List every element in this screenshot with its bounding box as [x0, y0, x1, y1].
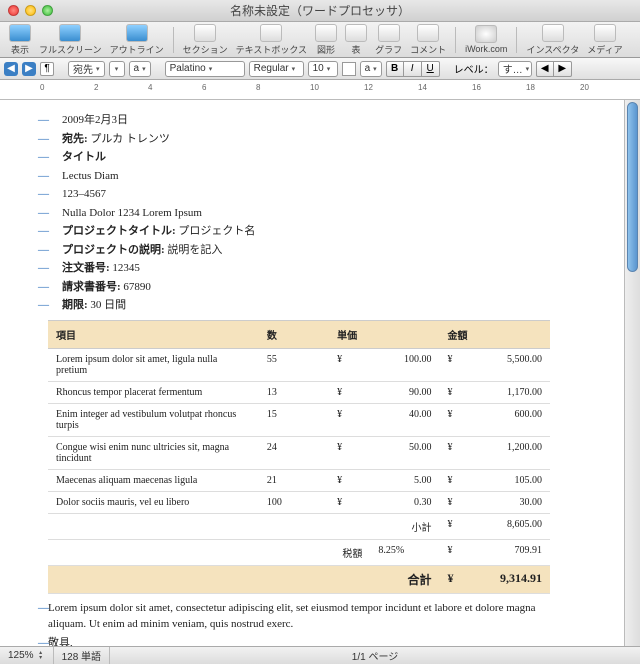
proj-title-line: プロジェクトタイトル: プロジェクト名	[48, 223, 550, 240]
char-style[interactable]: a	[360, 61, 382, 77]
document-canvas[interactable]: 2009年2月3日 宛先: プルカ トレンツ タイトル Lectus Diam …	[0, 100, 624, 646]
note-line: Lorem ipsum dolor sit amet, consectetur …	[48, 600, 550, 633]
toolbar-table[interactable]: 表	[342, 24, 370, 56]
ruler[interactable]: 02468101214161820	[0, 80, 640, 100]
toolbar-shape[interactable]: 図形	[312, 24, 340, 56]
media-icon	[594, 24, 616, 42]
table-icon	[345, 24, 367, 42]
date-line: 2009年2月3日	[48, 112, 550, 129]
order-line: 注文番号: 12345	[48, 260, 550, 277]
view-icon	[9, 24, 31, 42]
paragraph-nav-icon[interactable]: ▶	[22, 62, 36, 76]
toolbar-outline[interactable]: アウトライン	[107, 24, 167, 56]
toolbar-chart[interactable]: グラフ	[372, 24, 405, 56]
toolbar-view[interactable]: 表示	[6, 24, 34, 56]
shape-icon	[315, 24, 337, 42]
subtotal-row: 小計¥8,605.00	[48, 513, 550, 539]
table-row[interactable]: Congue wisi enim nunc ultricies sit, mag…	[48, 436, 550, 469]
title-line: タイトル	[48, 149, 550, 166]
addr1-line: 123–4567	[48, 186, 550, 203]
table-header-row: 項目 数 単価 金額	[48, 320, 550, 348]
toolbar-section[interactable]: セクション	[180, 24, 231, 56]
table-row[interactable]: Rhoncus tempor placerat fermentum13¥90.0…	[48, 381, 550, 403]
toolbar-media[interactable]: メディア	[584, 24, 625, 56]
page-indicator[interactable]: 1/1 ページ	[344, 647, 406, 664]
table-row[interactable]: Enim integer ad vestibulum volutpat rhon…	[48, 403, 550, 436]
page: 2009年2月3日 宛先: プルカ トレンツ タイトル Lectus Diam …	[0, 100, 580, 646]
table-row[interactable]: Dolor sociis mauris, vel eu libero100¥0.…	[48, 491, 550, 513]
word-count: 128 単語	[54, 647, 110, 664]
invoice-line: 請求書番号: 67890	[48, 279, 550, 296]
toolbar-comment[interactable]: コメント	[407, 24, 449, 56]
total-row: 合計¥9,314.91	[48, 565, 550, 593]
comment-icon	[417, 24, 439, 42]
inspector-icon	[542, 24, 564, 42]
status-bar: 125%▴▾ 128 単語 1/1 ページ	[0, 646, 640, 664]
fullscreen-icon	[59, 24, 81, 42]
format-bar: ◀ ▶ ¶ 宛先 a Palatino Regular 10 a B I U レ…	[0, 58, 640, 80]
font-size-select[interactable]: 10	[308, 61, 338, 77]
company-line: Lectus Diam	[48, 168, 550, 185]
style-select[interactable]: 宛先	[68, 61, 105, 77]
level-select[interactable]: す…	[498, 61, 532, 77]
scroll-thumb[interactable]	[627, 102, 638, 272]
table-row[interactable]: Maecenas aliquam maecenas ligula21¥5.00¥…	[48, 469, 550, 491]
toolbar-fullscreen[interactable]: フルスクリーン	[36, 24, 105, 56]
level-label: レベル：	[454, 61, 494, 76]
addr2-line: Nulla Dolor 1234 Lorem Ipsum	[48, 205, 550, 222]
list-style-select[interactable]	[109, 61, 125, 77]
underline-button[interactable]: U	[422, 61, 440, 77]
main-toolbar: 表示フルスクリーンアウトラインセクションテキストボックス図形表グラフコメント iW…	[0, 22, 640, 58]
bold-button[interactable]: B	[386, 61, 404, 77]
titlebar: 名称未設定（ワードプロセッサ）	[0, 0, 640, 22]
font-select[interactable]: Palatino	[165, 61, 245, 77]
paragraph-nav-icon[interactable]: ◀	[4, 62, 18, 76]
toolbar-iwork[interactable]: iWork.com	[462, 25, 510, 54]
closing-line: 敬具,	[48, 635, 550, 647]
italic-button[interactable]: I	[404, 61, 422, 77]
outdent-button[interactable]: ◀	[536, 61, 554, 77]
font-weight-select[interactable]: Regular	[249, 61, 304, 77]
proj-desc-line: プロジェクトの説明: 説明を記入	[48, 242, 550, 259]
pilcrow-icon[interactable]: ¶	[40, 62, 54, 76]
window-title: 名称未設定（ワードプロセッサ）	[0, 2, 640, 19]
indent-buttons: ◀ ▶	[536, 61, 572, 77]
text-preview[interactable]: a	[129, 61, 151, 77]
outline-icon	[126, 24, 148, 42]
toolbar-textbox[interactable]: テキストボックス	[233, 24, 310, 56]
tax-row: 税額8.25%¥709.91	[48, 539, 550, 565]
toolbar-inspector[interactable]: インスペクタ	[523, 24, 582, 56]
invoice-table[interactable]: 項目 数 単価 金額 Lorem ipsum dolor sit amet, l…	[48, 320, 550, 594]
section-icon	[194, 24, 216, 42]
style-buttons: B I U	[386, 61, 440, 77]
due-line: 期限: 30 日間	[48, 297, 550, 314]
indent-button[interactable]: ▶	[554, 61, 572, 77]
text-color-swatch[interactable]	[342, 62, 356, 76]
vertical-scrollbar[interactable]	[624, 100, 640, 646]
recipient-line: 宛先: プルカ トレンツ	[48, 131, 550, 148]
iwork-icon	[475, 25, 497, 43]
zoom-cell[interactable]: 125%▴▾	[0, 647, 54, 664]
chart-icon	[378, 24, 400, 42]
textbox-icon	[260, 24, 282, 42]
table-row[interactable]: Lorem ipsum dolor sit amet, ligula nulla…	[48, 348, 550, 381]
